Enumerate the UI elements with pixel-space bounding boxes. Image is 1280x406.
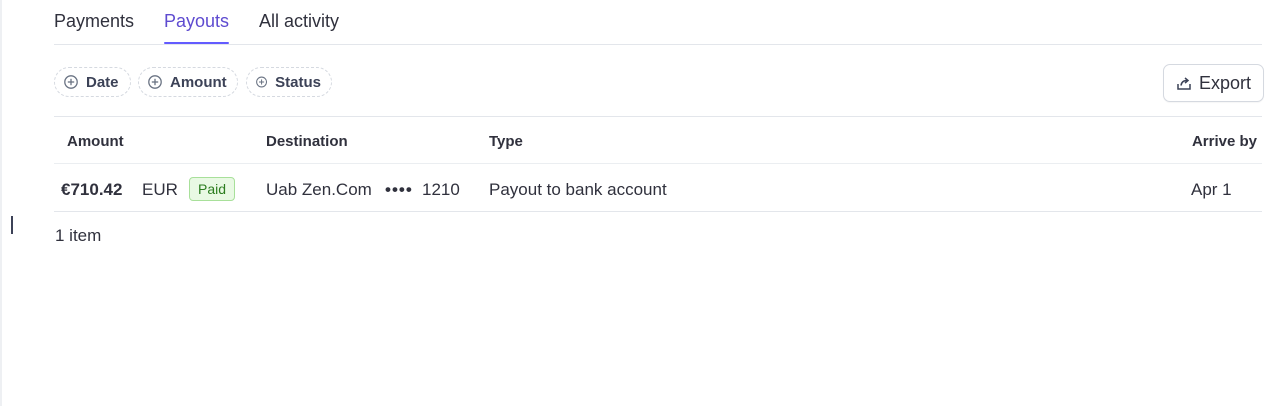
column-header-type[interactable]: Type: [489, 133, 523, 150]
tab-payments[interactable]: Payments: [54, 10, 134, 32]
export-button[interactable]: Export: [1163, 64, 1264, 102]
column-header-arrive-by[interactable]: Arrive by: [1192, 133, 1257, 150]
row-currency: EUR: [142, 180, 178, 199]
filter-amount-button[interactable]: Amount: [138, 67, 238, 97]
payouts-page: Payments Payouts All activity Date Amoun…: [0, 0, 1280, 406]
export-label: Export: [1198, 72, 1252, 93]
plus-circle-icon: [148, 75, 162, 89]
tab-bar: Payments Payouts All activity: [54, 0, 1262, 45]
row-amount: €710.42: [61, 180, 123, 199]
tab-all-activity[interactable]: All activity: [259, 10, 339, 32]
filter-date-button[interactable]: Date: [54, 67, 131, 97]
plus-circle-icon: [256, 76, 268, 88]
export-icon: [1177, 77, 1191, 90]
column-header-destination[interactable]: Destination: [266, 133, 348, 150]
plus-circle-icon: [64, 75, 78, 89]
table-header: Amount Destination Type Arrive by: [54, 117, 1262, 164]
table-row[interactable]: €710.42 EUR Paid Uab Zen.Com •••• 1210 P…: [54, 164, 1262, 212]
filter-status-button[interactable]: Status: [246, 67, 332, 97]
active-tab-indicator: [164, 42, 229, 44]
row-type: Payout to bank account: [489, 180, 667, 199]
row-destination-mask: ••••: [385, 180, 413, 199]
column-header-amount[interactable]: Amount: [67, 133, 124, 150]
status-badge: Paid: [189, 177, 236, 201]
tab-payouts[interactable]: Payouts: [164, 10, 229, 32]
filter-status-label: Status: [275, 73, 321, 91]
left-edge-divider: [0, 0, 2, 406]
text-cursor-mark: [11, 216, 13, 234]
row-destination-last4: 1210: [422, 180, 460, 199]
payouts-table: Amount Destination Type Arrive by €710.4…: [54, 116, 1262, 212]
row-arrive-by: Apr 1: [1191, 180, 1232, 199]
filter-amount-label: Amount: [170, 73, 227, 91]
filter-date-label: Date: [86, 73, 119, 91]
row-destination-name: Uab Zen.Com: [266, 180, 372, 199]
item-count: 1 item: [55, 226, 102, 245]
